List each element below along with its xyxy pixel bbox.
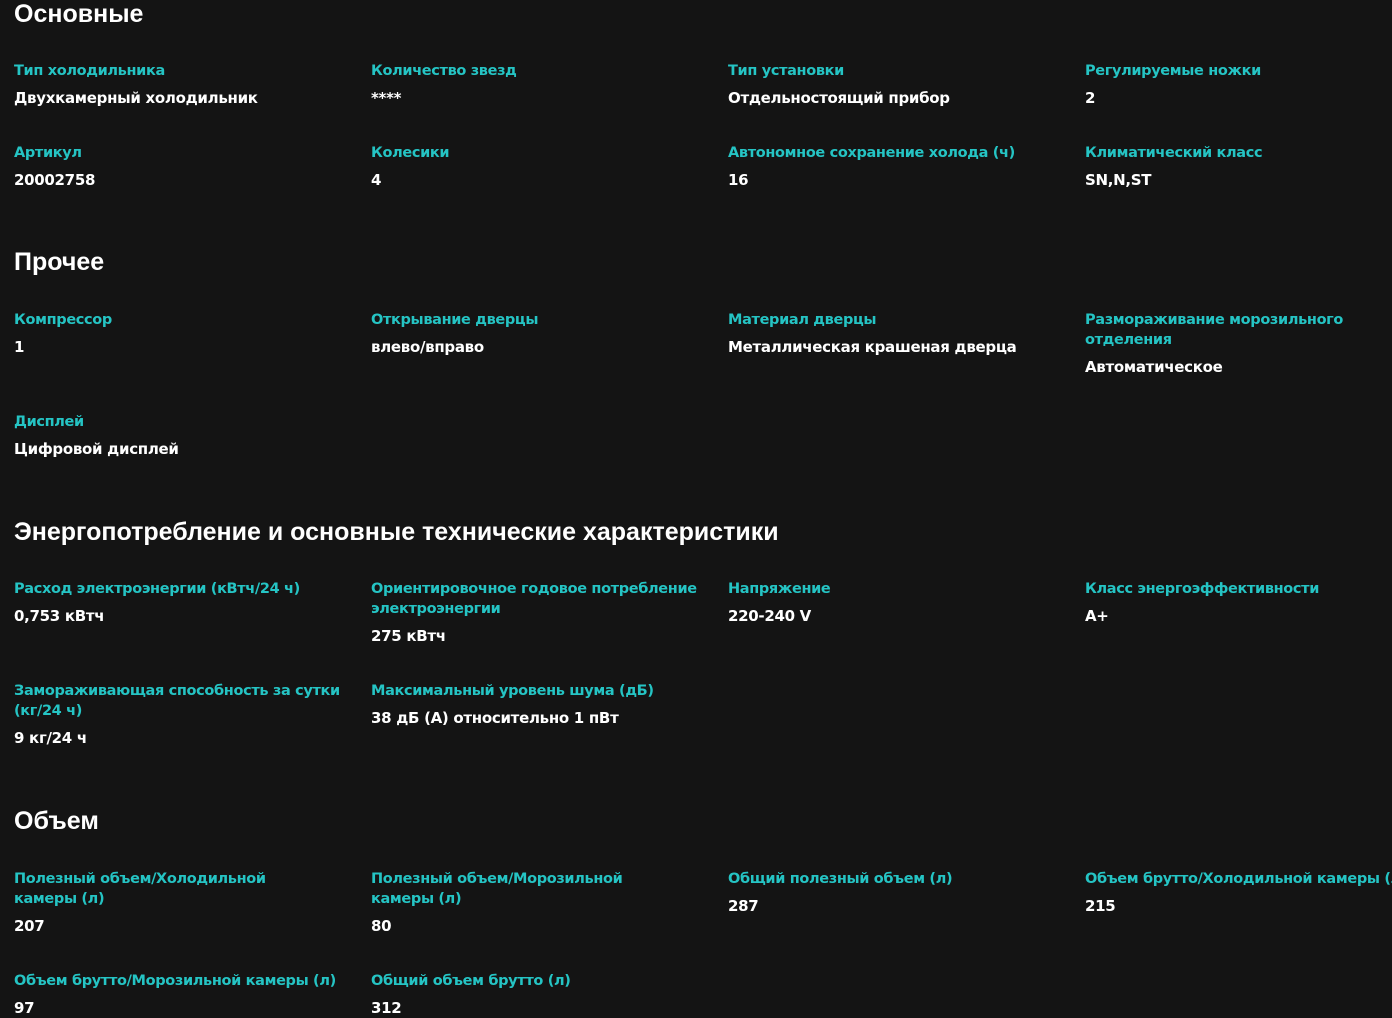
- spec-annual-consumption: Ориентировочное годовое потребление элек…: [371, 579, 701, 646]
- spec-autonomous-cold: Автономное сохранение холода (ч) 16: [728, 143, 1048, 190]
- spec-value: 207: [14, 917, 45, 935]
- spec-value: 1: [14, 338, 25, 356]
- spec-value: 97: [14, 999, 35, 1017]
- spec-value: 9 кг/24 ч: [14, 729, 87, 747]
- section-title-energy: Энергопотребление и основные технические…: [14, 518, 779, 546]
- spec-label: Количество звезд: [371, 63, 517, 79]
- spec-energy-class: Класс энергоэффективности A+: [1085, 579, 1392, 626]
- spec-label: Автономное сохранение холода (ч): [728, 145, 1015, 161]
- spec-label: Климатический класс: [1085, 145, 1263, 161]
- spec-defrost: Размораживание морозильного отделения Ав…: [1085, 310, 1365, 377]
- spec-label: Тип установки: [728, 63, 844, 79]
- spec-label: Размораживание морозильного отделения: [1085, 312, 1344, 348]
- spec-freezing-capacity: Замораживающая способность за сутки (кг/…: [14, 681, 344, 748]
- spec-value: 220-240 V: [728, 607, 811, 625]
- spec-value: 275 кВтч: [371, 627, 446, 645]
- spec-label: Максимальный уровень шума (дБ): [371, 683, 654, 699]
- spec-value: 215: [1085, 897, 1116, 915]
- spec-value: 16: [728, 171, 749, 189]
- spec-label: Класс энергоэффективности: [1085, 581, 1320, 597]
- spec-label: Замораживающая способность за сутки (кг/…: [14, 683, 340, 719]
- spec-label: Напряжение: [728, 581, 831, 597]
- spec-value: влево/вправо: [371, 338, 484, 356]
- spec-value: 2: [1085, 89, 1096, 107]
- spec-wheels: Колесики 4: [371, 143, 691, 190]
- spec-gross-volume-fridge: Объем брутто/Холодильной камеры (л) 215: [1085, 869, 1392, 916]
- spec-label: Объем брутто/Холодильной камеры (л): [1085, 871, 1392, 887]
- spec-value: A+: [1085, 607, 1109, 625]
- spec-value: ****: [371, 89, 402, 107]
- spec-label: Артикул: [14, 145, 82, 161]
- spec-adjustable-feet: Регулируемые ножки 2: [1085, 61, 1392, 108]
- spec-value: Двухкамерный холодильник: [14, 89, 258, 107]
- spec-gross-volume-freezer: Объем брутто/Морозильной камеры (л) 97: [14, 971, 354, 1018]
- spec-label: Регулируемые ножки: [1085, 63, 1261, 79]
- spec-label: Материал дверцы: [728, 312, 877, 328]
- spec-noise-level: Максимальный уровень шума (дБ) 38 дБ (А)…: [371, 681, 691, 728]
- spec-energy-consumption: Расход электроэнергии (кВтч/24 ч) 0,753 …: [14, 579, 334, 626]
- spec-label: Расход электроэнергии (кВтч/24 ч): [14, 581, 300, 597]
- section-title-other: Прочее: [14, 248, 105, 276]
- spec-value: Цифровой дисплей: [14, 440, 179, 458]
- spec-fridge-type: Тип холодильника Двухкамерный холодильни…: [14, 61, 334, 108]
- section-title-main: Основные: [14, 0, 144, 28]
- spec-voltage: Напряжение 220-240 V: [728, 579, 1048, 626]
- spec-value: 287: [728, 897, 759, 915]
- spec-value: Металлическая крашеная дверца: [728, 338, 1017, 356]
- spec-total-gross-volume: Общий объем брутто (л) 312: [371, 971, 691, 1018]
- spec-climate-class: Климатический класс SN,N,ST: [1085, 143, 1392, 190]
- spec-label: Дисплей: [14, 414, 84, 430]
- spec-article: Артикул 20002758: [14, 143, 334, 190]
- spec-label: Полезный объем/Морозильной камеры (л): [371, 871, 623, 907]
- spec-value: Автоматическое: [1085, 358, 1223, 376]
- spec-label: Открывание дверцы: [371, 312, 539, 328]
- spec-label: Ориентировочное годовое потребление элек…: [371, 581, 697, 617]
- spec-label: Общий полезный объем (л): [728, 871, 953, 887]
- section-title-volume: Объем: [14, 807, 99, 835]
- spec-label: Объем брутто/Морозильной камеры (л): [14, 973, 336, 989]
- spec-door-material: Материал дверцы Металлическая крашеная д…: [728, 310, 1048, 357]
- spec-value: 38 дБ (А) относительно 1 пВт: [371, 709, 619, 727]
- spec-label: Полезный объем/Холодильной камеры (л): [14, 871, 266, 907]
- spec-label: Компрессор: [14, 312, 112, 328]
- spec-net-volume-fridge: Полезный объем/Холодильной камеры (л) 20…: [14, 869, 324, 936]
- spec-value: 4: [371, 171, 382, 189]
- spec-value: 0,753 кВтч: [14, 607, 105, 625]
- spec-star-count: Количество звезд ****: [371, 61, 691, 108]
- spec-value: 20002758: [14, 171, 96, 189]
- spec-door-opening: Открывание дверцы влево/вправо: [371, 310, 691, 357]
- spec-compressor: Компрессор 1: [14, 310, 334, 357]
- spec-net-volume-freezer: Полезный объем/Морозильной камеры (л) 80: [371, 869, 681, 936]
- spec-value: SN,N,ST: [1085, 171, 1152, 189]
- spec-total-net-volume: Общий полезный объем (л) 287: [728, 869, 1048, 916]
- spec-value: Отдельностоящий прибор: [728, 89, 950, 107]
- spec-installation-type: Тип установки Отдельностоящий прибор: [728, 61, 1048, 108]
- spec-value: 80: [371, 917, 392, 935]
- spec-label: Тип холодильника: [14, 63, 165, 79]
- spec-value: 312: [371, 999, 402, 1017]
- spec-display: Дисплей Цифровой дисплей: [14, 412, 334, 459]
- spec-label: Колесики: [371, 145, 450, 161]
- spec-label: Общий объем брутто (л): [371, 973, 571, 989]
